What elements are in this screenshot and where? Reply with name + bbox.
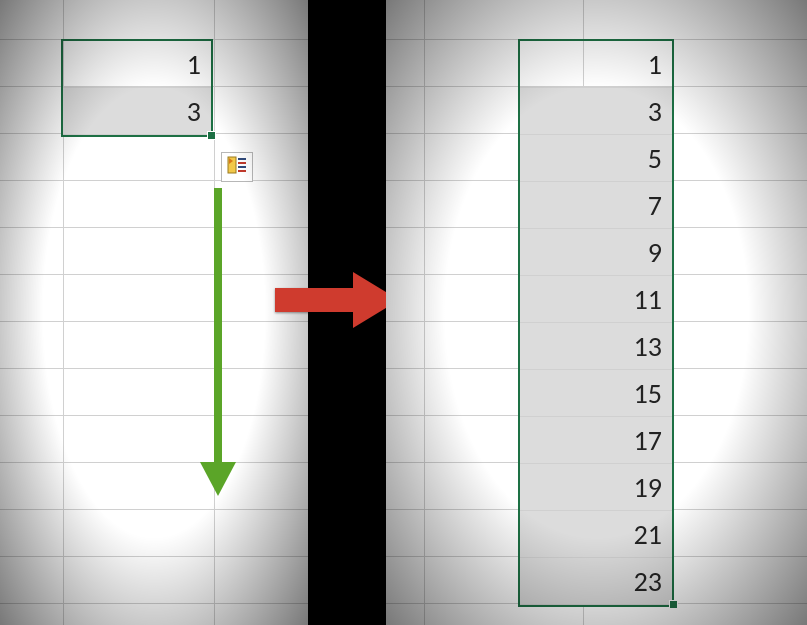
cell-selection[interactable]: 1 3 [61, 39, 213, 137]
autofill-options-icon [227, 155, 247, 180]
cell[interactable]: 17 [520, 417, 672, 464]
cell[interactable]: 19 [520, 464, 672, 511]
cell[interactable]: 7 [520, 182, 672, 229]
autofill-options-button[interactable] [221, 152, 253, 182]
fill-handle[interactable] [207, 131, 216, 140]
cell[interactable]: 21 [520, 511, 672, 558]
cell[interactable]: 15 [520, 370, 672, 417]
cell[interactable]: 1 [63, 41, 211, 88]
cell[interactable]: 3 [63, 88, 211, 135]
transition-arrow [275, 268, 400, 337]
cell[interactable]: 11 [520, 276, 672, 323]
cell[interactable]: 3 [520, 88, 672, 135]
after-panel: 1 3 5 7 9 11 13 15 17 19 21 23 [386, 0, 807, 625]
cell[interactable]: 5 [520, 135, 672, 182]
cell-selection[interactable]: 1 3 5 7 9 11 13 15 17 19 21 23 [518, 39, 674, 607]
cell[interactable]: 13 [520, 323, 672, 370]
illustration-stage: 1 3 [0, 0, 807, 625]
drag-down-arrow [200, 188, 236, 498]
before-panel: 1 3 [0, 0, 308, 625]
cell[interactable]: 23 [520, 558, 672, 605]
cell[interactable]: 9 [520, 229, 672, 276]
cell[interactable]: 1 [520, 41, 672, 88]
fill-handle[interactable] [669, 600, 678, 609]
